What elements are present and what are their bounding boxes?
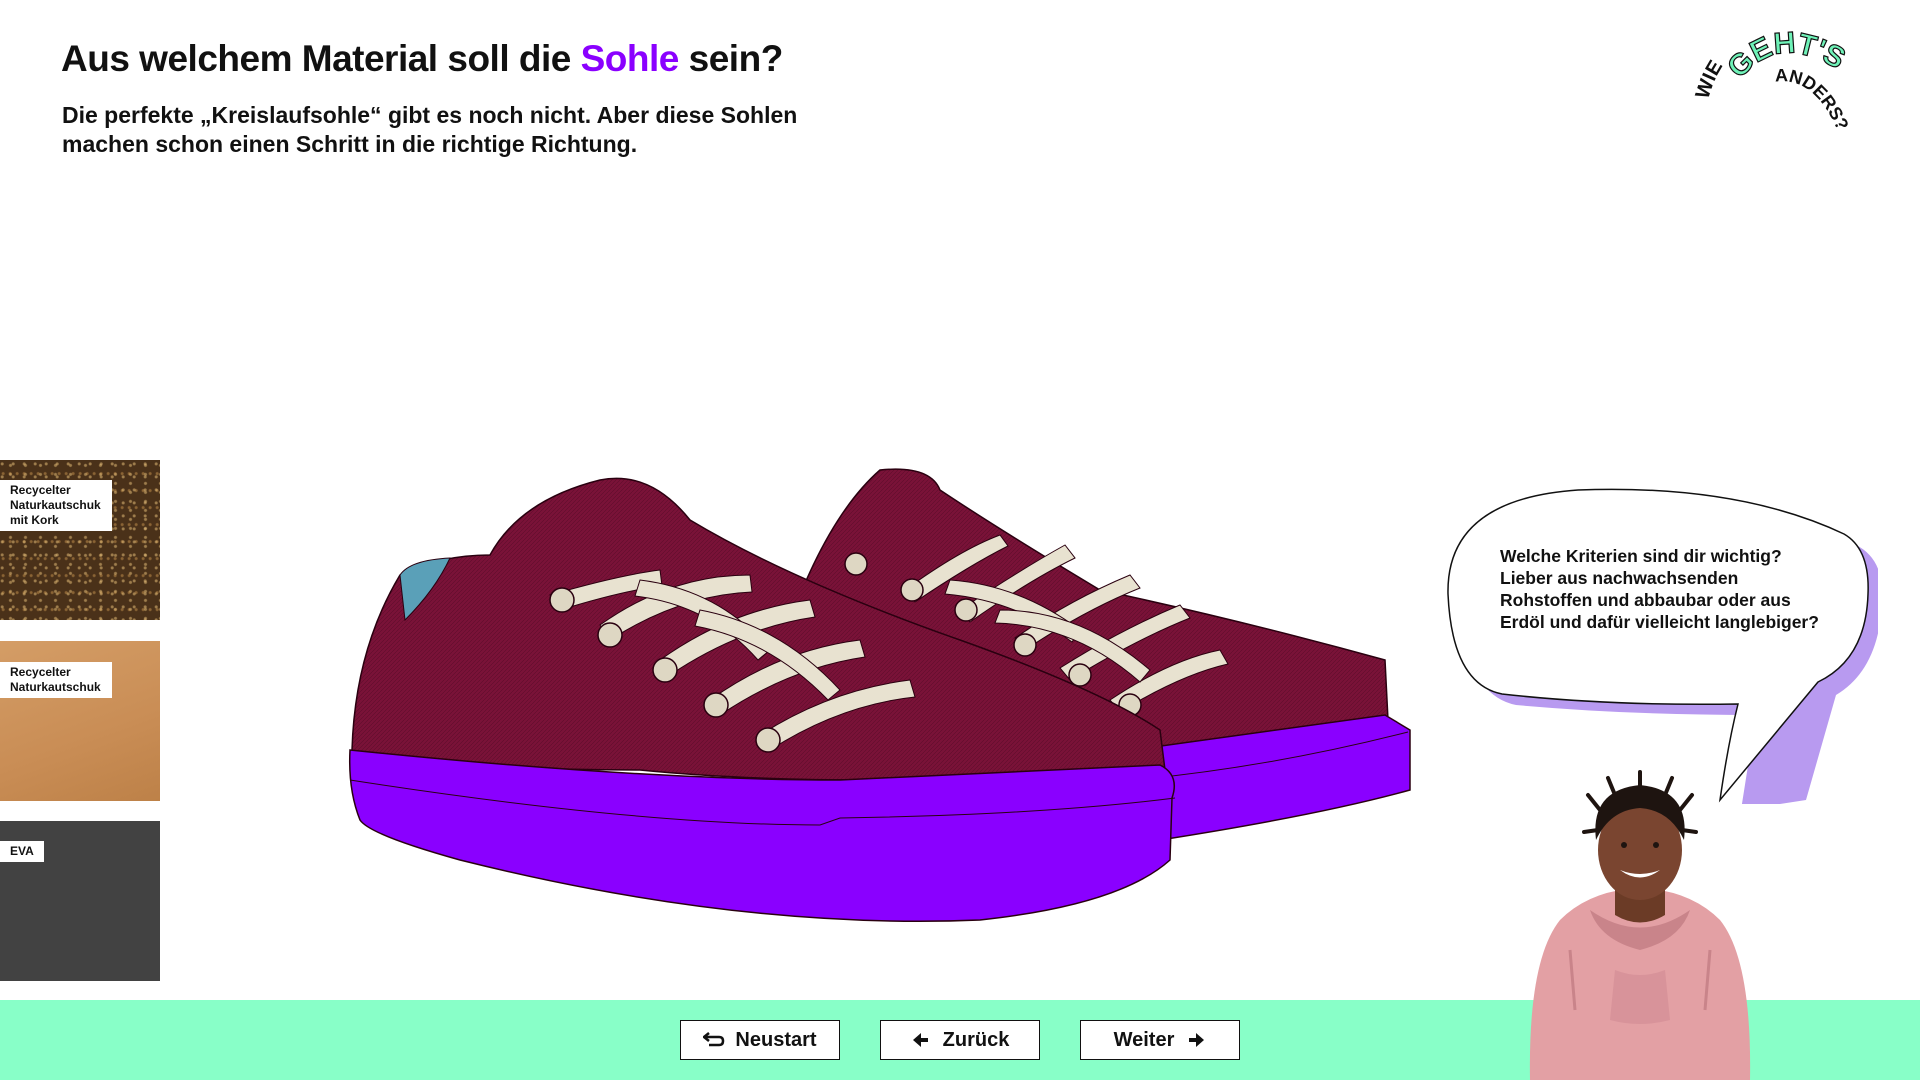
guide-person-image: [1529, 770, 1751, 1080]
arrow-left-icon: [912, 1033, 928, 1047]
speech-bubble-text: Welche Kriterien sind dir wichtig? Liebe…: [1500, 546, 1819, 632]
wie-gehts-anders-logo: WIE GEHT'S ANDERS?: [1692, 26, 1853, 133]
page-subtitle: Die perfekte „Kreislaufsohle“ gibt es no…: [62, 102, 798, 157]
material-option-label: Recycelter Naturkautschuk: [0, 662, 112, 698]
logo-word-wie: WIE: [1692, 57, 1728, 102]
material-option-eva[interactable]: EVA: [0, 821, 160, 981]
restart-button[interactable]: Neustart: [680, 1020, 840, 1060]
restart-arrow-icon: [703, 1032, 725, 1047]
back-button[interactable]: Zurück: [880, 1020, 1040, 1060]
page-title: Aus welchem Material soll die Sohle sein…: [61, 38, 783, 80]
speech-bubble: [1447, 488, 1878, 804]
restart-button-label: Neustart: [735, 1028, 817, 1051]
material-option-natural-rubber[interactable]: Recycelter Naturkautschuk: [0, 641, 160, 801]
logo-word-anders: ANDERS?: [1775, 65, 1853, 133]
title-accent-word: Sohle: [580, 38, 680, 79]
material-option-label: EVA: [0, 841, 44, 862]
material-option-label: Recycelter Naturkautschuk mit Kork: [0, 480, 112, 531]
sneaker-front: [348, 477, 1176, 922]
svg-text:WIE: WIE: [1692, 57, 1728, 102]
svg-text:ANDERS?: ANDERS?: [1775, 65, 1853, 133]
title-prefix: Aus welchem Material soll die: [61, 38, 581, 79]
back-button-label: Zurück: [942, 1028, 1010, 1051]
title-suffix: sein?: [678, 38, 784, 79]
material-option-natural-rubber-cork[interactable]: Recycelter Naturkautschuk mit Kork: [0, 460, 160, 620]
next-button[interactable]: Weiter: [1080, 1020, 1240, 1060]
arrow-right-icon: [1189, 1033, 1205, 1047]
sneaker-pair-illustration: [348, 468, 1411, 922]
next-button-label: Weiter: [1113, 1028, 1175, 1051]
